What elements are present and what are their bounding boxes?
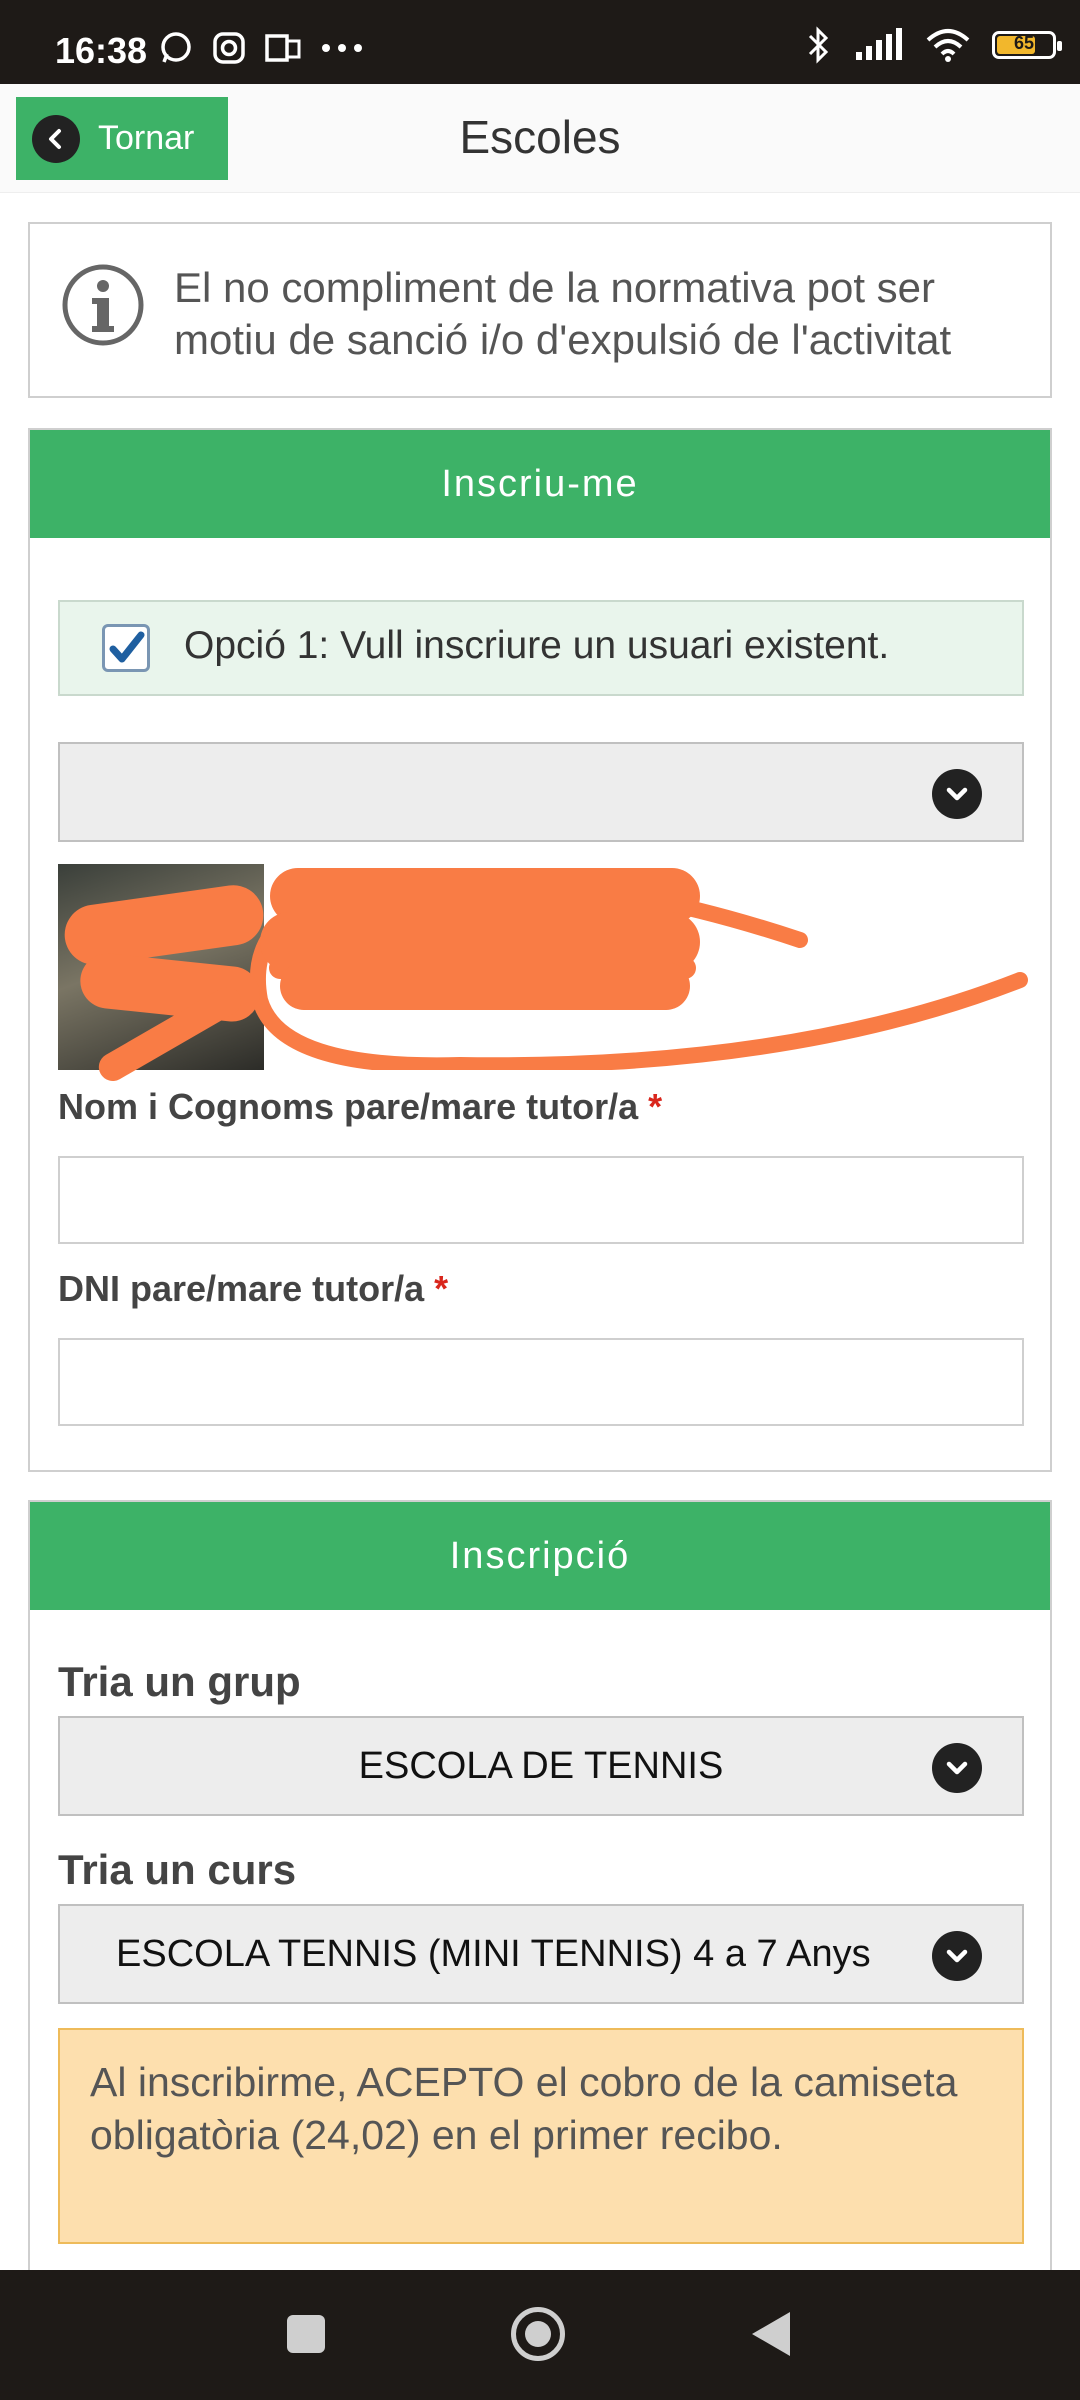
notification-icons [158, 30, 364, 66]
back-nav-button[interactable] [752, 2312, 790, 2356]
guardian-name-input[interactable] [58, 1156, 1024, 1244]
info-icon [62, 264, 144, 346]
enroll-panel: Inscriu-me Opció 1: Vull inscriure un us… [28, 428, 1052, 1472]
app-header: Tornar Escoles [0, 84, 1080, 193]
instagram-icon [213, 32, 245, 64]
course-select-value: ESCOLA TENNIS (MINI TENNIS) 4 a 7 Anys [116, 1932, 871, 1975]
group-select[interactable]: ESCOLA DE TENNIS [58, 1716, 1024, 1816]
course-label: Tria un curs [58, 1846, 297, 1893]
status-time: 16:38 [55, 30, 148, 71]
guardian-dni-input[interactable] [58, 1338, 1024, 1426]
info-text: El no compliment de la normativa pot ser… [174, 264, 952, 363]
registration-panel-title: Inscripció [30, 1502, 1050, 1610]
chevron-down-icon [932, 1743, 982, 1793]
enroll-panel-title: Inscriu-me [30, 430, 1050, 538]
home-button[interactable] [511, 2307, 565, 2361]
chevron-down-icon [932, 1931, 982, 1981]
group-label: Tria un grup [58, 1658, 301, 1705]
guardian-name-label: Nom i Cognoms pare/mare tutor/a * [58, 1086, 663, 1127]
info-notice: El no compliment de la normativa pot ser… [28, 222, 1052, 398]
course-select[interactable]: ESCOLA TENNIS (MINI TENNIS) 4 a 7 Anys [58, 1904, 1024, 2004]
group-select-value: ESCOLA DE TENNIS [358, 1744, 724, 1787]
status-bar: 16:38 65 [0, 0, 1080, 84]
outlook-icon [265, 34, 301, 62]
redaction-block [280, 962, 690, 1010]
recents-button[interactable] [287, 2315, 325, 2353]
more-icon [322, 44, 362, 52]
wifi-icon [926, 29, 970, 62]
tshirt-notice: Al inscribirme, ACEPTO el cobro de la ca… [58, 2028, 1024, 2244]
registration-panel: Inscripció Tria un grup ESCOLA DE TENNIS… [28, 1500, 1052, 2290]
whatsapp-icon [161, 32, 191, 63]
signal-icon [856, 28, 902, 60]
guardian-dni-label: DNI pare/mare tutor/a * [58, 1268, 449, 1309]
page-title: Escoles [459, 111, 621, 163]
battery-icon: 65 [992, 31, 1062, 59]
system-icons: 65 [806, 26, 1062, 64]
battery-level: 65 [1013, 33, 1035, 53]
bluetooth-icon [808, 26, 829, 64]
system-nav-bar [0, 2270, 1080, 2400]
